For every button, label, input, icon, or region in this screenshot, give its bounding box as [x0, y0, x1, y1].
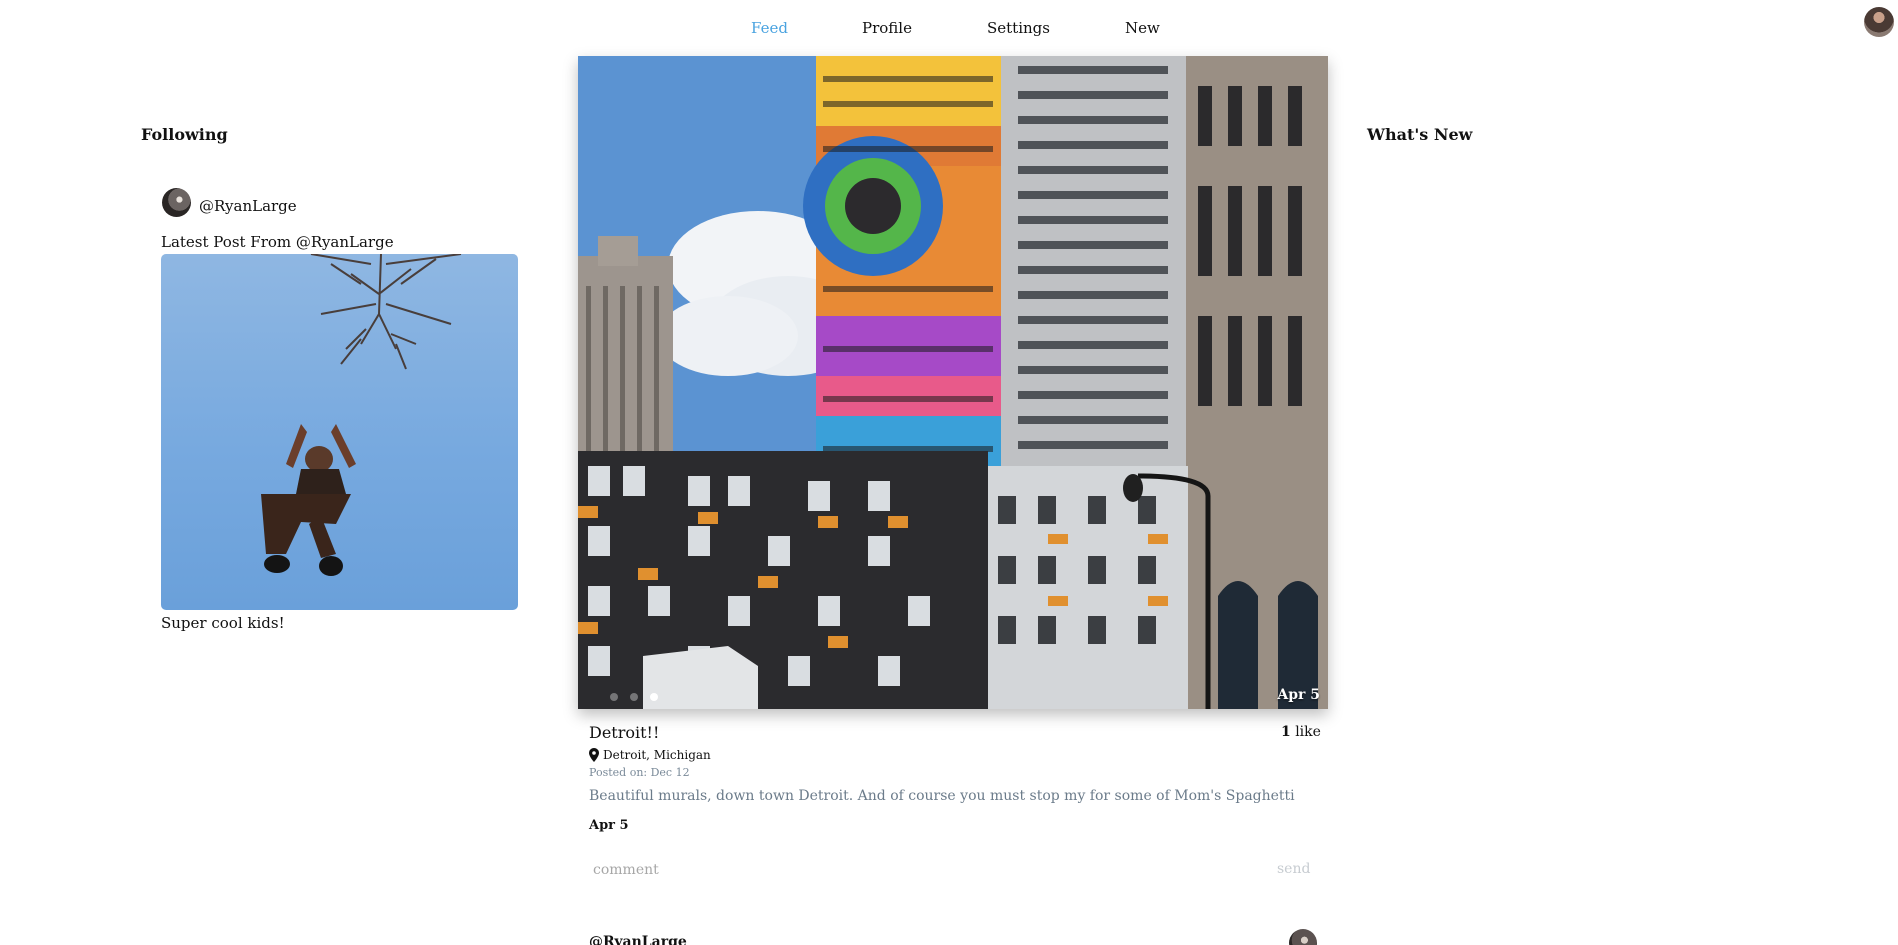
post-description: Beautiful murals, down town Detroit. And… [589, 788, 1295, 804]
post-date: Apr 5 [589, 818, 629, 833]
carousel-dot-active[interactable] [650, 693, 658, 701]
post-location-text: Detroit, Michigan [603, 748, 711, 762]
following-user-avatar[interactable] [162, 188, 191, 217]
whats-new-title: What's New [1367, 125, 1473, 144]
map-pin-icon [589, 748, 599, 762]
carousel-dot[interactable] [610, 693, 618, 701]
post-posted-on: Posted on: Dec 12 [589, 766, 690, 779]
following-title: Following [141, 125, 228, 144]
post-image-illustration [578, 56, 1328, 709]
carousel-dot[interactable] [630, 693, 638, 701]
nav-feed[interactable]: Feed [751, 19, 788, 37]
comment-input[interactable] [589, 860, 1269, 880]
post-likes[interactable]: 1 like [1281, 724, 1321, 740]
nav-profile[interactable]: Profile [862, 19, 912, 37]
user-avatar[interactable] [1864, 7, 1894, 37]
post-title: Detroit!! [589, 723, 660, 742]
latest-post-caption: Super cool kids! [161, 614, 285, 632]
latest-post-photo[interactable] [161, 254, 518, 610]
next-post-avatar[interactable] [1289, 929, 1317, 945]
latest-photo-illustration [261, 254, 462, 576]
likes-count: 1 [1281, 724, 1291, 740]
nav-settings[interactable]: Settings [987, 19, 1050, 37]
top-nav: Feed Profile Settings New [0, 0, 1898, 56]
post-image-date: Apr 5 [1277, 687, 1320, 703]
post-location: Detroit, Michigan [589, 748, 711, 762]
carousel-dots [610, 693, 658, 701]
next-post-handle[interactable]: @RyanLarge [589, 934, 687, 945]
send-button[interactable]: send [1277, 861, 1310, 877]
post-image[interactable]: Apr 5 [578, 56, 1328, 709]
likes-label: like [1295, 724, 1321, 740]
latest-post-label: Latest Post From @RyanLarge [161, 233, 394, 251]
following-user-handle[interactable]: @RyanLarge [199, 197, 297, 215]
nav-new[interactable]: New [1125, 19, 1160, 37]
